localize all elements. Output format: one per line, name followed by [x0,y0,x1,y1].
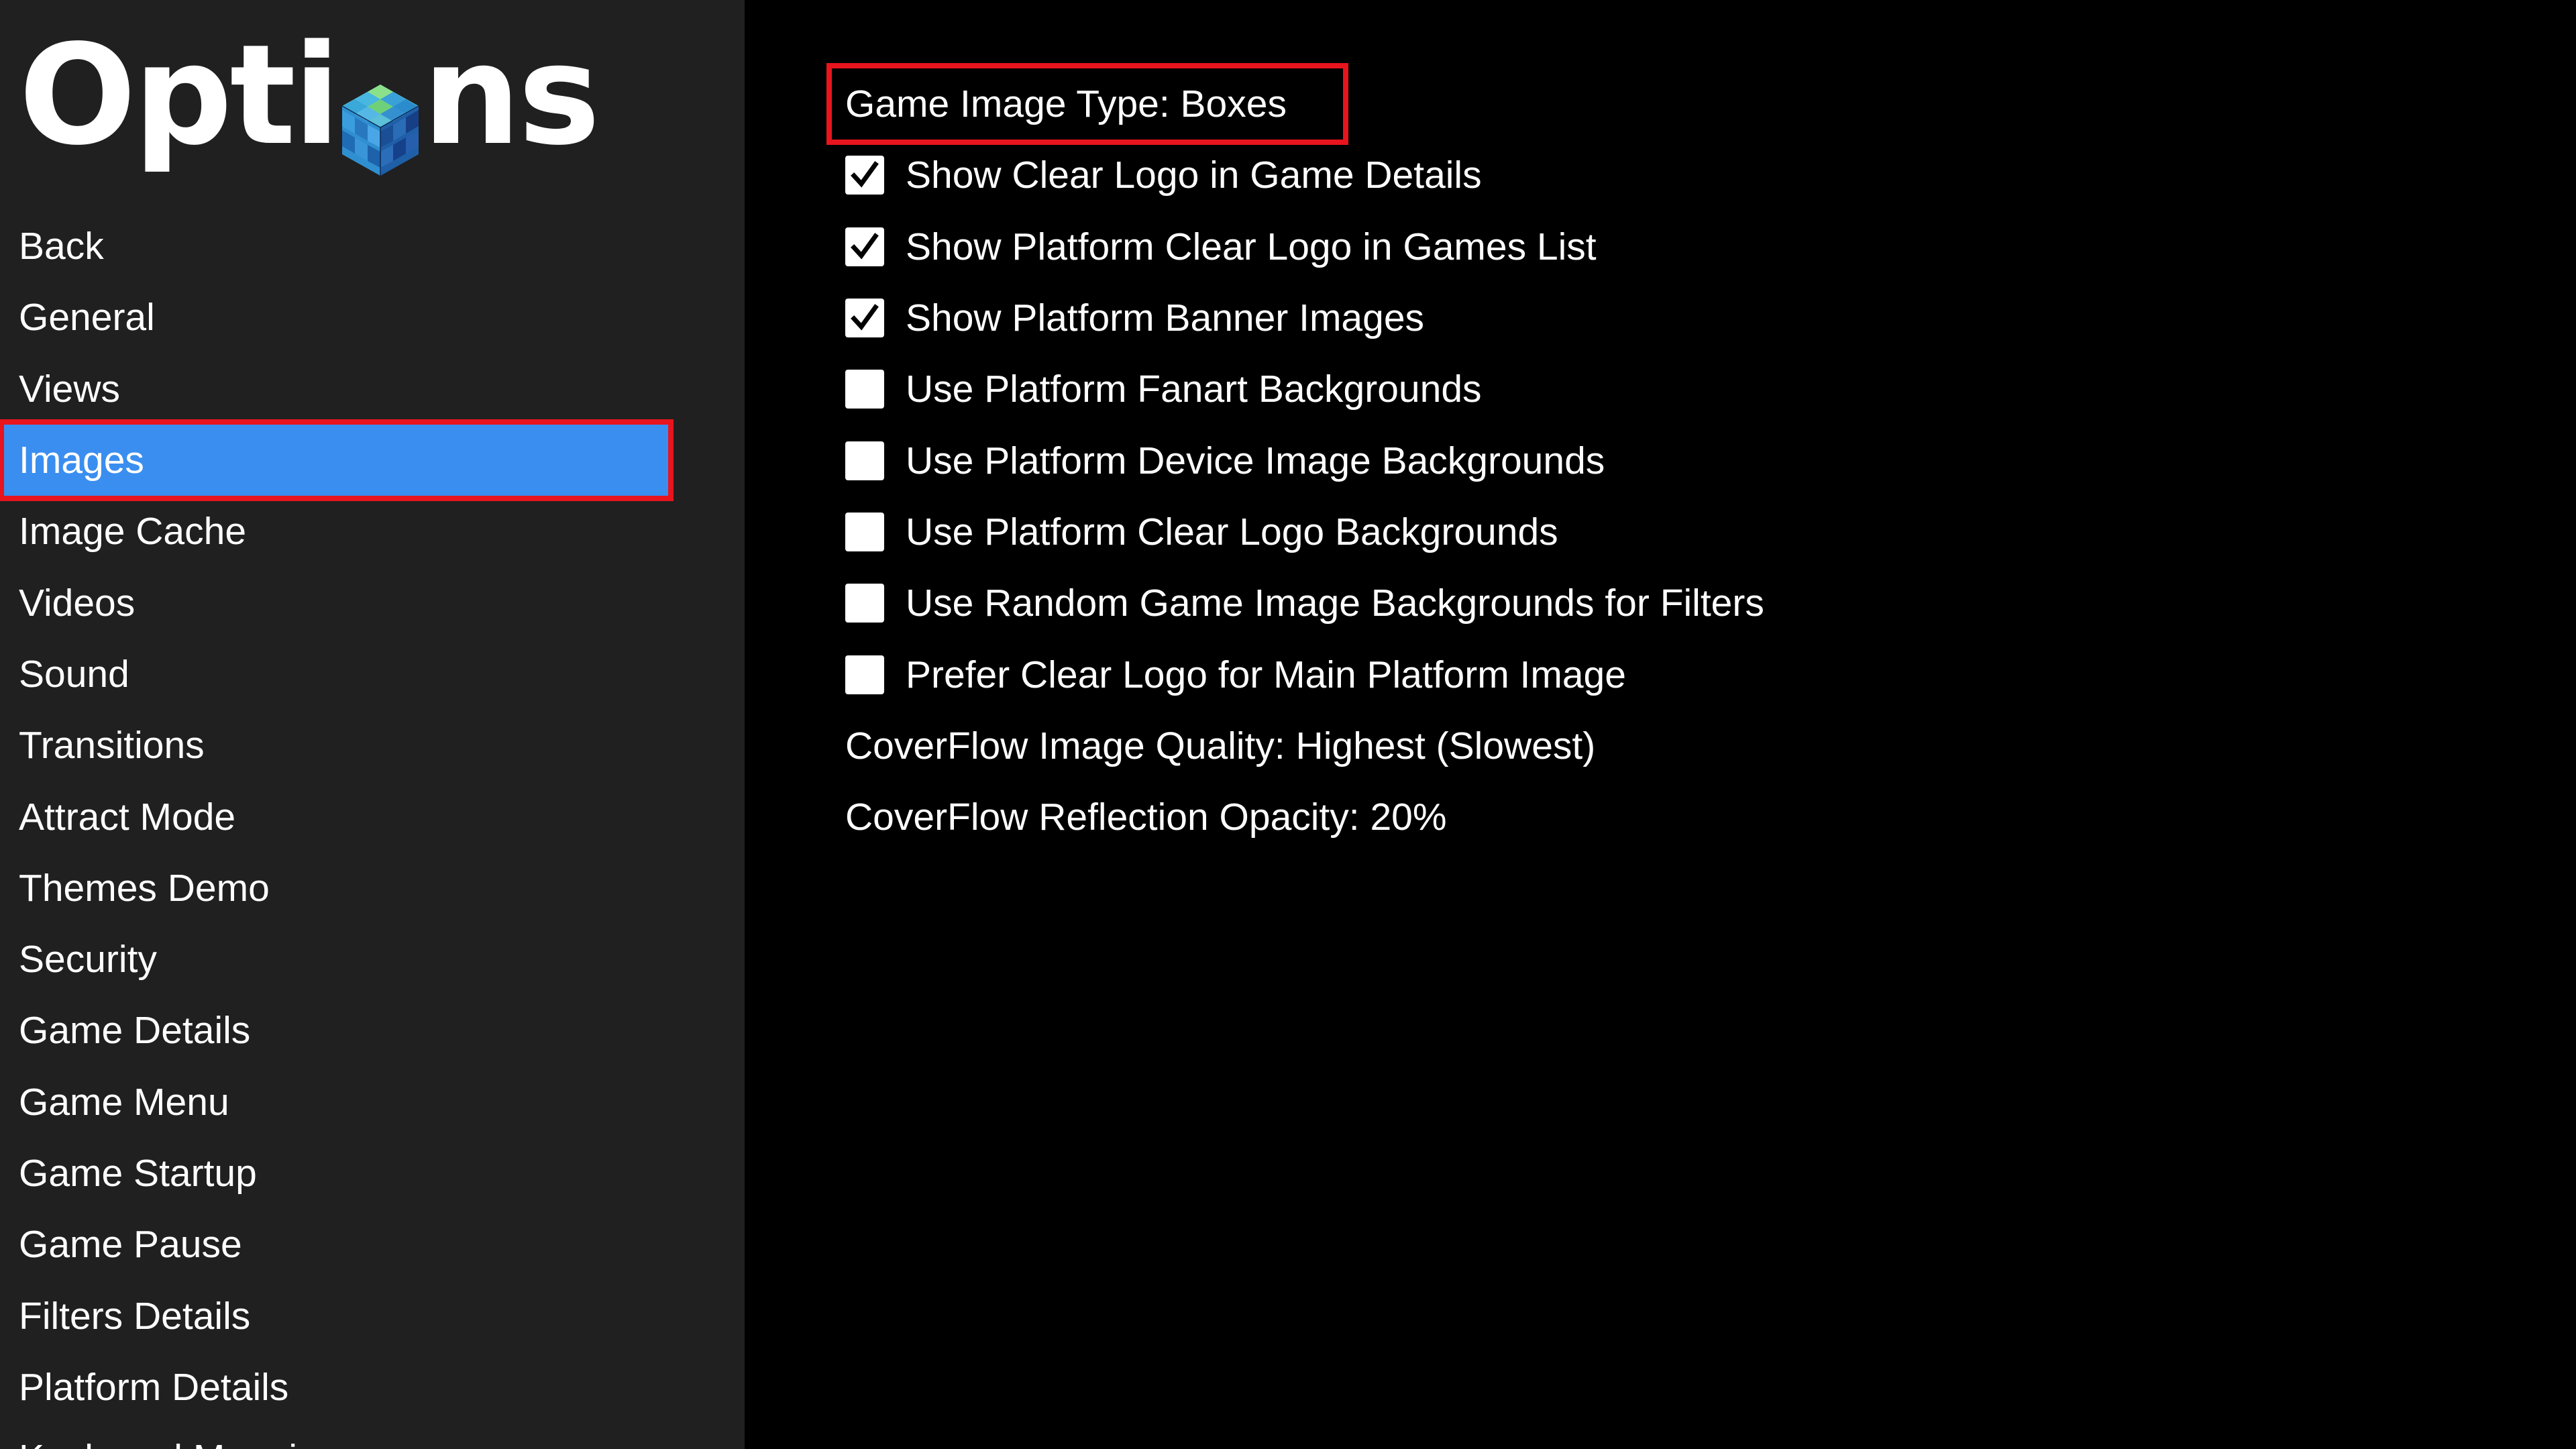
sidebar-item-videos[interactable]: Videos [0,567,745,638]
game-image-type-label: Game Image Type: Boxes [845,83,1287,126]
sidebar-item-game-pause[interactable]: Game Pause [0,1209,745,1280]
image-options-list: Game Image Type: Boxes Show Clear Logo i… [826,62,1764,853]
option-use-platform-device-image-backgrounds[interactable]: Use Platform Device Image Backgrounds [845,425,1764,496]
option-prefer-clear-logo-main-platform[interactable]: Prefer Clear Logo for Main Platform Imag… [845,639,1764,710]
checkbox-show-platform-banner-images[interactable] [845,299,884,338]
game-image-type-setting[interactable]: Game Image Type: Boxes [826,62,1764,146]
check-mark-icon [851,161,879,188]
sidebar-item-keyboard-mapping[interactable]: Keyboard Mapping [0,1423,745,1449]
option-label: Show Platform Clear Logo in Games List [906,225,1597,268]
sidebar-item-sound[interactable]: Sound [0,639,745,710]
sidebar-item-transitions[interactable]: Transitions [0,710,745,781]
checkbox-prefer-clear-logo-main-platform[interactable] [845,655,884,694]
coverflow-image-quality-label: CoverFlow Image Quality: Highest (Slowes… [845,724,1596,767]
coverflow-reflection-opacity-label: CoverFlow Reflection Opacity: 20% [845,796,1447,839]
option-label: Use Platform Clear Logo Backgrounds [906,510,1558,553]
option-use-platform-clear-logo-backgrounds[interactable]: Use Platform Clear Logo Backgrounds [845,496,1764,568]
checkbox-use-random-game-image-backgrounds[interactable] [845,584,884,623]
coverflow-image-quality-setting[interactable]: CoverFlow Image Quality: Highest (Slowes… [845,710,1764,782]
checkbox-show-clear-logo-game-details[interactable] [845,156,884,195]
option-use-random-game-image-backgrounds[interactable]: Use Random Game Image Backgrounds for Fi… [845,568,1764,639]
sidebar-item-images[interactable]: Images [0,419,674,502]
option-show-platform-clear-logo-games-list[interactable]: Show Platform Clear Logo in Games List [845,211,1764,282]
sidebar-item-game-menu[interactable]: Game Menu [0,1067,745,1138]
sidebar-item-filters-details[interactable]: Filters Details [0,1280,745,1351]
option-label: Use Platform Device Image Backgrounds [906,439,1605,482]
sidebar-item-attract-mode[interactable]: Attract Mode [0,781,745,852]
page-title: Opti ns [19,15,600,176]
option-show-platform-banner-images[interactable]: Show Platform Banner Images [845,282,1764,354]
option-label: Show Clear Logo in Game Details [906,154,1482,197]
sidebar-item-general[interactable]: General [0,282,745,353]
sidebar-item-themes-demo[interactable]: Themes Demo [0,853,745,924]
option-label: Prefer Clear Logo for Main Platform Imag… [906,653,1626,696]
title-text-start: Opti [19,15,341,176]
title-text-end: ns [422,15,600,176]
sidebar-item-back[interactable]: Back [0,211,745,282]
option-use-platform-fanart-backgrounds[interactable]: Use Platform Fanart Backgrounds [845,354,1764,425]
checkbox-show-platform-clear-logo-games-list[interactable] [845,227,884,266]
checkbox-use-platform-clear-logo-backgrounds[interactable] [845,512,884,551]
sidebar-item-security[interactable]: Security [0,924,745,995]
option-show-clear-logo-game-details[interactable]: Show Clear Logo in Game Details [845,140,1764,211]
options-panel: Game Image Type: Boxes Show Clear Logo i… [745,0,2576,1449]
option-label: Show Platform Banner Images [906,297,1425,340]
coverflow-reflection-opacity-setting[interactable]: CoverFlow Reflection Opacity: 20% [845,782,1764,853]
sidebar-item-platform-details[interactable]: Platform Details [0,1352,745,1423]
sidebar-item-views[interactable]: Views [0,354,745,425]
sidebar-item-image-cache[interactable]: Image Cache [0,496,745,567]
check-mark-icon [851,232,879,260]
checkbox-use-platform-fanart-backgrounds[interactable] [845,370,884,409]
sidebar-item-game-startup[interactable]: Game Startup [0,1138,745,1209]
option-label: Use Random Game Image Backgrounds for Fi… [906,582,1764,625]
sidebar: Opti ns Back General Views Images Image … [0,0,745,1449]
launchbox-cube-icon [339,60,421,176]
options-nav: Back General Views Images Image Cache Vi… [0,211,745,1449]
sidebar-item-game-details[interactable]: Game Details [0,995,745,1066]
checkbox-use-platform-device-image-backgrounds[interactable] [845,441,884,480]
check-mark-icon [851,304,879,331]
option-label: Use Platform Fanart Backgrounds [906,368,1482,411]
